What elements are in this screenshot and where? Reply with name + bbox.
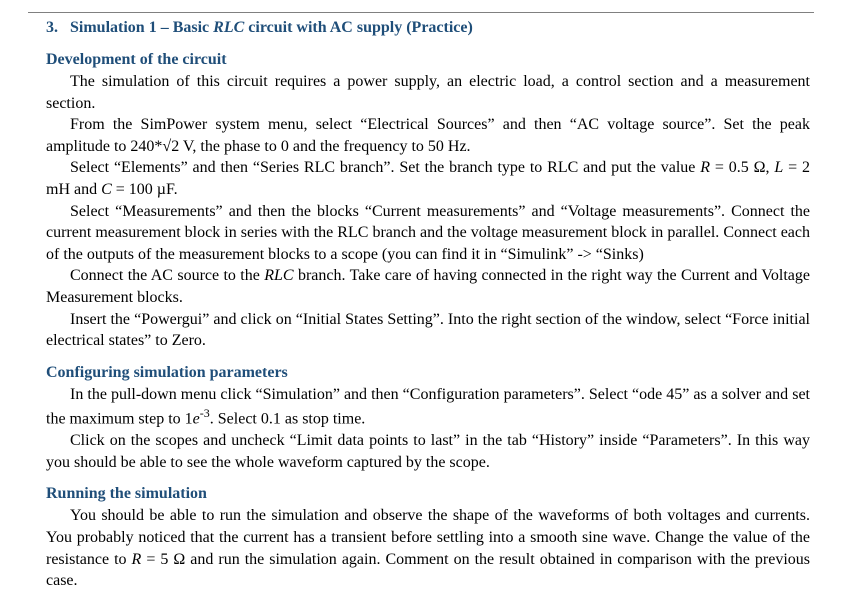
text-span: = 0.5 Ω, xyxy=(710,159,774,176)
text-span: = 100 µF. xyxy=(112,181,178,198)
dev-para-5: Connect the AC source to the RLC branch.… xyxy=(28,265,814,308)
text-span: Select “Elements” and then “Series RLC b… xyxy=(70,159,700,176)
section-title-ital: RLC xyxy=(213,19,244,36)
dev-para-3: Select “Elements” and then “Series RLC b… xyxy=(28,157,814,200)
superscript: -3 xyxy=(200,406,210,420)
section-title-suffix: circuit with AC supply (Practice) xyxy=(244,19,473,36)
text-span: In the pull-down menu click “Simulation”… xyxy=(46,386,810,428)
dev-para-4: Select “Measurements” and then the block… xyxy=(28,201,814,266)
var-RLC: RLC xyxy=(264,267,293,284)
document-page: 3. Simulation 1 – Basic RLC circuit with… xyxy=(0,0,842,612)
dev-para-6: Insert the “Powergui” and click on “Init… xyxy=(28,309,814,352)
var-e: e xyxy=(193,411,200,428)
section-title-prefix: Simulation 1 – Basic xyxy=(70,19,213,36)
section-title: 3. Simulation 1 – Basic RLC circuit with… xyxy=(28,19,814,37)
var-R: R xyxy=(700,159,710,176)
run-para-1: You should be able to run the simulation… xyxy=(28,505,814,591)
var-L: L xyxy=(774,159,783,176)
section-number: 3. xyxy=(46,19,58,36)
var-C: C xyxy=(101,181,112,198)
text-span: Connect the AC source to the xyxy=(70,267,264,284)
subheading-config: Configuring simulation parameters xyxy=(46,364,814,382)
cfg-para-2: Click on the scopes and uncheck “Limit d… xyxy=(28,430,814,473)
subheading-development: Development of the circuit xyxy=(46,51,814,69)
subheading-run: Running the simulation xyxy=(46,485,814,503)
var-R2: R xyxy=(132,551,142,568)
dev-para-1: The simulation of this circuit requires … xyxy=(28,71,814,114)
cfg-para-1: In the pull-down menu click “Simulation”… xyxy=(28,384,814,431)
text-span: . Select 0.1 as stop time. xyxy=(210,411,366,428)
top-divider xyxy=(28,12,814,13)
text-span: = 5 Ω and run the simulation again. Comm… xyxy=(46,551,810,590)
dev-para-2: From the SimPower system menu, select “E… xyxy=(28,114,814,157)
